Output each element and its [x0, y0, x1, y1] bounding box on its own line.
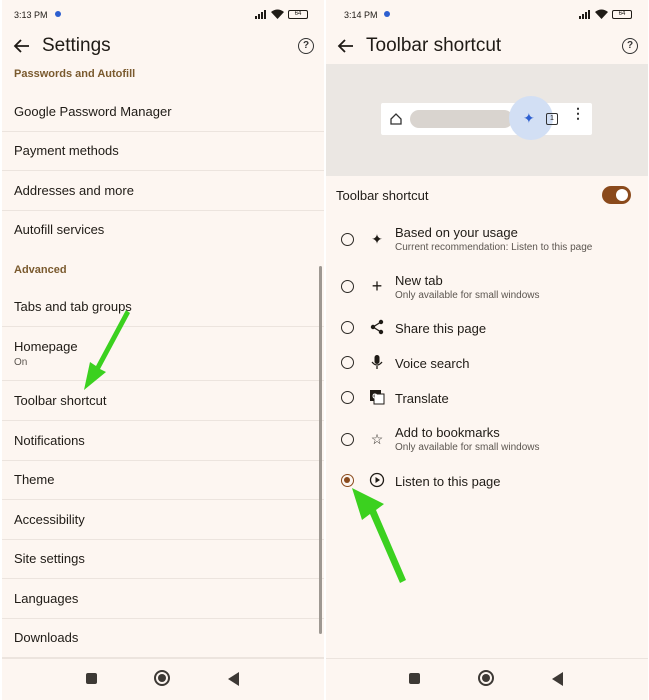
status-bar: 3:13 PM 64 [2, 0, 324, 28]
tab-switcher-icon: 1 [546, 113, 558, 125]
settings-item-payment-methods[interactable]: Payment methods [2, 132, 324, 171]
battery-icon: 64 [612, 9, 632, 19]
help-icon[interactable]: ? [298, 38, 314, 54]
option-voice-search[interactable]: Voice search [326, 351, 648, 385]
settings-item-tabs[interactable]: Tabs and tab groups [2, 288, 324, 327]
home-icon [390, 113, 402, 125]
back-arrow-icon[interactable] [336, 36, 356, 56]
preview-omnibox [410, 110, 513, 128]
home-button[interactable] [478, 670, 494, 686]
wifi-icon [271, 9, 284, 19]
option-new-tab[interactable]: + New tab Only available for small windo… [326, 270, 648, 310]
wifi-icon [595, 9, 608, 19]
settings-item-downloads[interactable]: Downloads [2, 619, 324, 658]
share-icon [370, 319, 384, 335]
preview-toolbar: ✦ 1 ⋮ [381, 96, 592, 140]
radio-button[interactable] [341, 321, 354, 334]
option-share[interactable]: Share this page [326, 316, 648, 350]
app-bar: Toolbar shortcut ? [326, 30, 648, 62]
option-listen-to-this-page[interactable]: Listen to this page [326, 469, 648, 503]
scrollbar[interactable] [319, 266, 322, 634]
notification-dot-icon [384, 11, 390, 17]
svg-text:G: G [372, 394, 378, 401]
status-bar: 3:14 PM 64 [326, 0, 648, 28]
app-bar: Settings ? [2, 30, 324, 62]
toolbar-shortcut-toggle-row[interactable]: Toolbar shortcut [326, 182, 648, 208]
option-translate[interactable]: G Translate [326, 386, 648, 420]
option-add-to-bookmarks[interactable]: ☆ Add to bookmarks Only available for sm… [326, 422, 648, 462]
play-circle-icon [369, 472, 385, 488]
page-title: Toolbar shortcut [366, 35, 502, 56]
toggle-label: Toolbar shortcut [336, 188, 429, 203]
plus-icon: + [371, 276, 383, 296]
toolbar-shortcut-switch[interactable] [602, 186, 631, 204]
settings-item-accessibility[interactable]: Accessibility [2, 501, 324, 540]
system-nav-bar [2, 658, 324, 700]
star-icon: ☆ [370, 431, 384, 447]
home-button[interactable] [154, 670, 170, 686]
settings-item-addresses[interactable]: Addresses and more [2, 172, 324, 211]
status-time: 3:13 PM [14, 10, 48, 20]
settings-item-theme[interactable]: Theme [2, 461, 324, 500]
radio-button[interactable] [341, 356, 354, 369]
status-time: 3:14 PM [344, 10, 378, 20]
nav-back-button[interactable] [552, 672, 563, 686]
sparkle-icon: ✦ [371, 231, 383, 247]
radio-button-selected[interactable] [341, 474, 354, 487]
toolbar-preview: ✦ 1 ⋮ [326, 64, 648, 176]
back-arrow-icon[interactable] [12, 36, 32, 56]
page-title: Settings [42, 35, 111, 56]
battery-icon: 64 [288, 9, 308, 19]
recents-button[interactable] [86, 673, 97, 684]
settings-screen: 3:13 PM 64 Settings ? Passwords and Auto… [2, 0, 324, 700]
section-header-passwords: Passwords and Autofill [14, 68, 136, 80]
settings-item-google-password-manager[interactable]: Google Password Manager [2, 93, 324, 132]
signal-icon [255, 9, 267, 19]
mic-icon [371, 355, 383, 369]
nav-back-button[interactable] [228, 672, 239, 686]
notification-dot-icon [55, 11, 61, 17]
settings-item-autofill-services[interactable]: Autofill services [2, 211, 324, 250]
section-header-advanced: Advanced [14, 264, 67, 276]
signal-icon [579, 9, 591, 19]
settings-item-notifications[interactable]: Notifications [2, 422, 324, 461]
settings-item-languages[interactable]: Languages [2, 580, 324, 619]
settings-item-site-settings[interactable]: Site settings [2, 540, 324, 579]
sparkle-icon: ✦ [523, 110, 535, 126]
translate-icon: G [370, 390, 385, 405]
help-icon[interactable]: ? [622, 38, 638, 54]
system-nav-bar [326, 658, 648, 700]
radio-button[interactable] [341, 433, 354, 446]
toolbar-shortcut-screen: 3:14 PM 64 Toolbar shortcut ? ✦ 1 ⋮ Tool… [326, 0, 648, 700]
settings-item-homepage[interactable]: Homepage On [2, 328, 324, 381]
radio-button[interactable] [341, 391, 354, 404]
recents-button[interactable] [409, 673, 420, 684]
radio-button[interactable] [341, 280, 354, 293]
settings-item-toolbar-shortcut[interactable]: Toolbar shortcut [2, 382, 324, 421]
radio-button[interactable] [341, 233, 354, 246]
option-based-on-usage[interactable]: ✦ Based on your usage Current recommenda… [326, 222, 648, 262]
more-vert-icon: ⋮ [571, 105, 585, 121]
